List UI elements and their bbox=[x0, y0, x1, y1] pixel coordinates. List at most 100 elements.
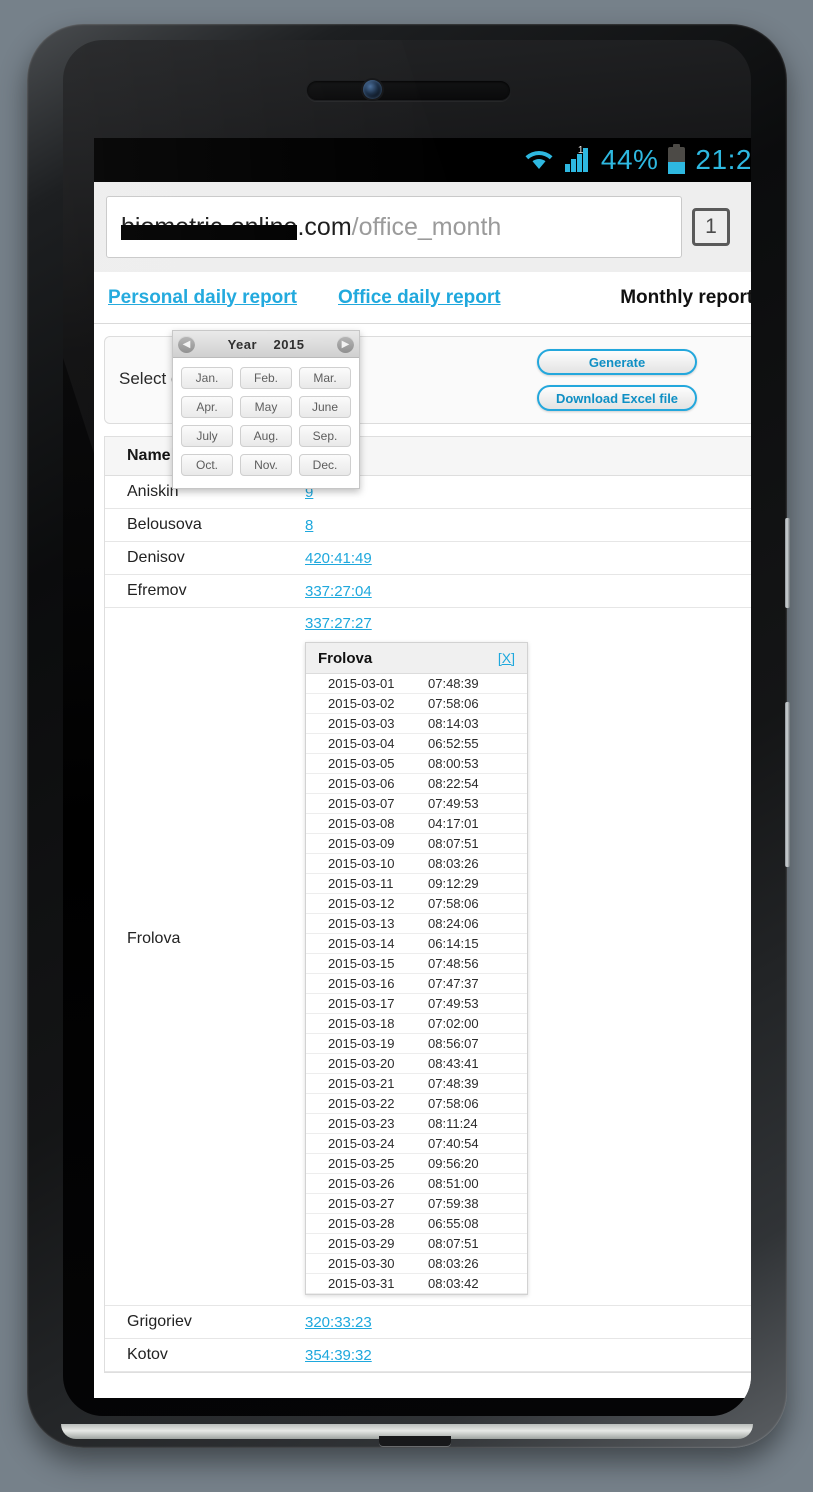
detail-date: 2015-03-21 bbox=[328, 1076, 395, 1091]
detail-row: 2015-03-16 07:47:37 bbox=[306, 974, 527, 994]
detail-row: 2015-03-07 07:49:53 bbox=[306, 794, 527, 814]
url-path: /office_month bbox=[351, 212, 502, 241]
generate-button[interactable]: Generate bbox=[537, 349, 697, 375]
detail-row: 2015-03-28 06:55:08 bbox=[306, 1214, 527, 1234]
month-cell-apr[interactable]: Apr. bbox=[181, 396, 233, 418]
detail-date: 2015-03-07 bbox=[328, 796, 395, 811]
detail-time: 09:56:20 bbox=[428, 1156, 479, 1171]
tab-counter-button[interactable]: 1 bbox=[692, 208, 730, 246]
detail-time: 08:07:51 bbox=[428, 1236, 479, 1251]
power-button[interactable] bbox=[785, 702, 790, 867]
detail-row: 2015-03-12 07:58:06 bbox=[306, 894, 527, 914]
tab-monthly-report-label: Monthly report bbox=[620, 286, 751, 308]
total-time-link[interactable]: 354:39:32 bbox=[305, 1347, 372, 1364]
volume-button[interactable] bbox=[785, 518, 790, 608]
detail-date: 2015-03-06 bbox=[328, 776, 395, 791]
overflow-menu-icon[interactable] bbox=[740, 212, 751, 243]
browser-toolbar: biometric-online .com/office_month 1 bbox=[94, 182, 751, 272]
detail-time: 07:47:37 bbox=[428, 976, 479, 991]
detail-time: 07:40:54 bbox=[428, 1136, 479, 1151]
detail-date: 2015-03-19 bbox=[328, 1036, 395, 1051]
detail-row: 2015-03-18 07:02:00 bbox=[306, 1014, 527, 1034]
close-icon[interactable]: [X] bbox=[498, 650, 515, 666]
detail-date: 2015-03-02 bbox=[328, 696, 395, 711]
android-status-bar: 1 44% 21:29 bbox=[94, 138, 751, 182]
detail-time: 08:24:06 bbox=[428, 916, 479, 931]
detail-date: 2015-03-16 bbox=[328, 976, 395, 991]
month-cell-feb[interactable]: Feb. bbox=[240, 367, 292, 389]
detail-time: 07:48:39 bbox=[428, 676, 479, 691]
month-cell-july[interactable]: July bbox=[181, 425, 233, 447]
month-cell-jan[interactable]: Jan. bbox=[181, 367, 233, 389]
detail-row: 2015-03-10 08:03:26 bbox=[306, 854, 527, 874]
detail-time: 07:58:06 bbox=[428, 1096, 479, 1111]
detail-date: 2015-03-31 bbox=[328, 1276, 395, 1291]
detail-date: 2015-03-25 bbox=[328, 1156, 395, 1171]
web-page-content: Personal daily report Office daily repor… bbox=[94, 272, 751, 1398]
detail-date: 2015-03-30 bbox=[328, 1256, 395, 1271]
employee-name-cell: Belousova bbox=[127, 516, 202, 533]
detail-time: 04:17:01 bbox=[428, 816, 479, 831]
month-cell-mar[interactable]: Mar. bbox=[299, 367, 351, 389]
month-cell-sep[interactable]: Sep. bbox=[299, 425, 351, 447]
detail-row: 2015-03-08 04:17:01 bbox=[306, 814, 527, 834]
tab-monthly-report[interactable]: Monthly report ↓ bbox=[620, 287, 751, 309]
month-cell-june[interactable]: June bbox=[299, 396, 351, 418]
detail-time: 08:11:24 bbox=[428, 1116, 478, 1131]
month-cell-nov[interactable]: Nov. bbox=[240, 454, 292, 476]
detail-time: 06:55:08 bbox=[428, 1216, 479, 1231]
download-excel-button[interactable]: Download Excel file bbox=[537, 385, 697, 411]
employee-name-cell: Kotov bbox=[127, 1346, 168, 1363]
earpiece-speaker bbox=[306, 80, 511, 101]
detail-date: 2015-03-08 bbox=[328, 816, 395, 831]
employee-name-cell: Efremov bbox=[127, 582, 187, 599]
total-time-link[interactable]: 320:33:23 bbox=[305, 1314, 372, 1331]
detail-date: 2015-03-29 bbox=[328, 1236, 395, 1251]
employee-name-cell: Grigoriev bbox=[127, 1313, 192, 1330]
month-grid: Jan. Feb. Mar. Apr. May June July Aug. Sep. Oct. N… bbox=[173, 358, 359, 488]
detail-time: 08:07:51 bbox=[428, 836, 479, 851]
detail-time: 08:51:00 bbox=[428, 1176, 479, 1191]
battery-icon bbox=[668, 143, 686, 174]
total-time-link[interactable]: 8 bbox=[305, 517, 313, 534]
tab-personal-daily-report[interactable]: Personal daily report bbox=[108, 287, 338, 309]
detail-row: 2015-03-27 07:59:38 bbox=[306, 1194, 527, 1214]
detail-row: 2015-03-26 08:51:00 bbox=[306, 1174, 527, 1194]
detail-date: 2015-03-26 bbox=[328, 1176, 395, 1191]
detail-date: 2015-03-01 bbox=[328, 676, 395, 691]
month-picker-popup[interactable]: ◀ Year 2015 ▶ Jan. Feb. Mar. Apr. May June Jul… bbox=[172, 330, 360, 489]
detail-row: 2015-03-19 08:56:07 bbox=[306, 1034, 527, 1054]
month-cell-may[interactable]: May bbox=[240, 396, 292, 418]
detail-time: 08:03:42 bbox=[428, 1276, 479, 1291]
detail-time: 07:59:38 bbox=[428, 1196, 479, 1211]
detail-row: 2015-03-14 06:14:15 bbox=[306, 934, 527, 954]
detail-row: 2015-03-13 08:24:06 bbox=[306, 914, 527, 934]
detail-time: 08:14:03 bbox=[428, 716, 479, 731]
detail-time: 07:48:39 bbox=[428, 1076, 479, 1091]
month-cell-aug[interactable]: Aug. bbox=[240, 425, 292, 447]
detail-date: 2015-03-05 bbox=[328, 756, 395, 771]
detail-row: 2015-03-21 07:48:39 bbox=[306, 1074, 527, 1094]
tab-office-daily-report[interactable]: Office daily report bbox=[338, 287, 620, 309]
table-body: Aniskin 9 Belousova 8 Denisov 420:41:49 Efremo… bbox=[105, 476, 751, 1372]
url-address-bar[interactable]: biometric-online .com/office_month bbox=[106, 196, 682, 258]
detail-row: 2015-03-31 08:03:42 bbox=[306, 1274, 527, 1294]
prev-year-icon[interactable]: ◀ bbox=[178, 335, 195, 353]
detail-row: 2015-03-05 08:00:53 bbox=[306, 754, 527, 774]
employee-detail-popup: Frolova [X] 2015-03-01 07:48:39 2015-03-02 07… bbox=[305, 642, 528, 1295]
total-time-link[interactable]: 337:27:04 bbox=[305, 583, 372, 600]
table-row: Efremov 337:27:04 bbox=[105, 575, 751, 608]
detail-date: 2015-03-14 bbox=[328, 936, 395, 951]
detail-row: 2015-03-30 08:03:26 bbox=[306, 1254, 527, 1274]
next-year-icon[interactable]: ▶ bbox=[336, 335, 354, 353]
month-cell-oct[interactable]: Oct. bbox=[181, 454, 233, 476]
table-row: Frolova 337:27:27 Frolova [X] 2015-03-01 07:4… bbox=[105, 608, 751, 1306]
total-time-link[interactable]: 420:41:49 bbox=[305, 550, 372, 567]
url-host-redacted: biometric-online bbox=[121, 212, 298, 241]
month-cell-dec[interactable]: Dec. bbox=[299, 454, 351, 476]
detail-time: 08:03:26 bbox=[428, 856, 479, 871]
detail-row: 2015-03-15 07:48:56 bbox=[306, 954, 527, 974]
expanded-detail-cell: 337:27:27 Frolova [X] 2015-03-01 07:48:39 201… bbox=[305, 608, 528, 1305]
total-time-link[interactable]: 337:27:27 bbox=[305, 615, 372, 632]
detail-time: 08:03:26 bbox=[428, 1256, 479, 1271]
